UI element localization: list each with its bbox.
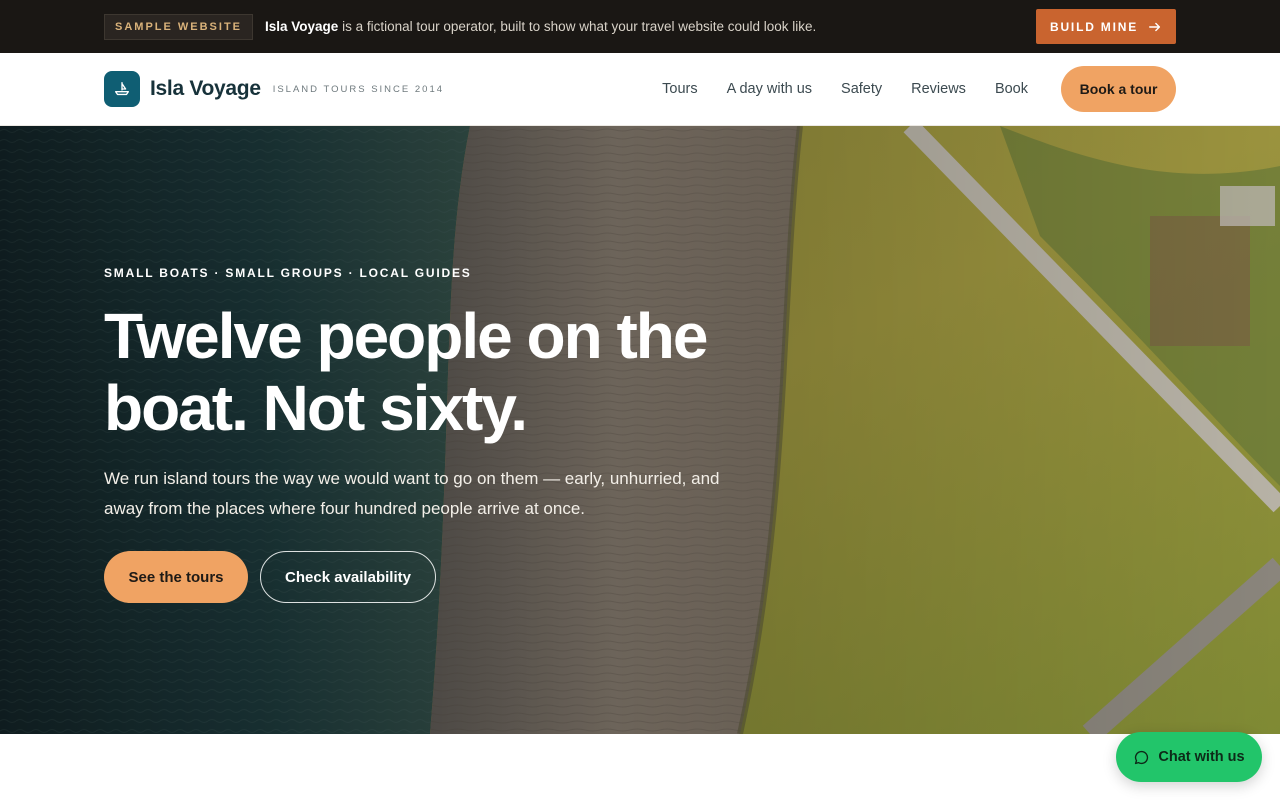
arrow-right-icon [1149,22,1161,31]
build-mine-label: BUILD MINE [1050,19,1138,34]
book-a-tour-button[interactable]: Book a tour [1061,66,1176,112]
logo[interactable] [104,71,140,107]
nav-item-tours[interactable]: Tours [662,81,697,97]
hero-subtitle: We run island tours the way we would wan… [104,469,720,518]
banner-text: is a fictional tour operator, built to s… [338,19,817,34]
hero-headline: Twelve people on the boat. Not sixty. [104,300,708,444]
boat-icon [115,82,129,96]
nav-item-a-day-with-us[interactable]: A day with us [727,81,812,97]
nav-item-book[interactable]: Book [995,81,1028,97]
sample-website-tag: SAMPLE WEBSITE [104,13,254,40]
check-availability-button[interactable]: Check availability [260,551,436,603]
nav-item-reviews[interactable]: Reviews [911,81,966,97]
brand-tagline: ISLAND TOURS SINCE 2014 [272,83,445,95]
banner-message: Isla Voyage is a fictional tour operator… [265,19,816,34]
hero-section: SMALL BOATS · SMALL GROUPS · LOCAL GUIDE… [0,126,1280,734]
chat-bubble-icon [1135,750,1149,764]
site-header: Isla Voyage ISLAND TOURS SINCE 2014 Tour… [0,53,1280,126]
chat-label: Chat with us [1158,749,1245,765]
nav-item-safety[interactable]: Safety [841,81,882,97]
build-mine-button[interactable]: BUILD MINE [1036,9,1176,44]
chat-with-us-button[interactable]: Chat with us [1116,732,1262,782]
sample-website-banner: SAMPLE WEBSITE Isla Voyage is a fictiona… [0,0,1280,53]
hero-cta-row: See the tours Check availability [104,551,436,603]
hero-eyebrow: SMALL BOATS · SMALL GROUPS · LOCAL GUIDE… [104,266,472,280]
brand-name[interactable]: Isla Voyage [150,77,261,101]
main-nav: Tours A day with us Safety Reviews Book [662,81,1028,97]
see-the-tours-button[interactable]: See the tours [104,551,248,603]
banner-brand: Isla Voyage [265,19,339,34]
